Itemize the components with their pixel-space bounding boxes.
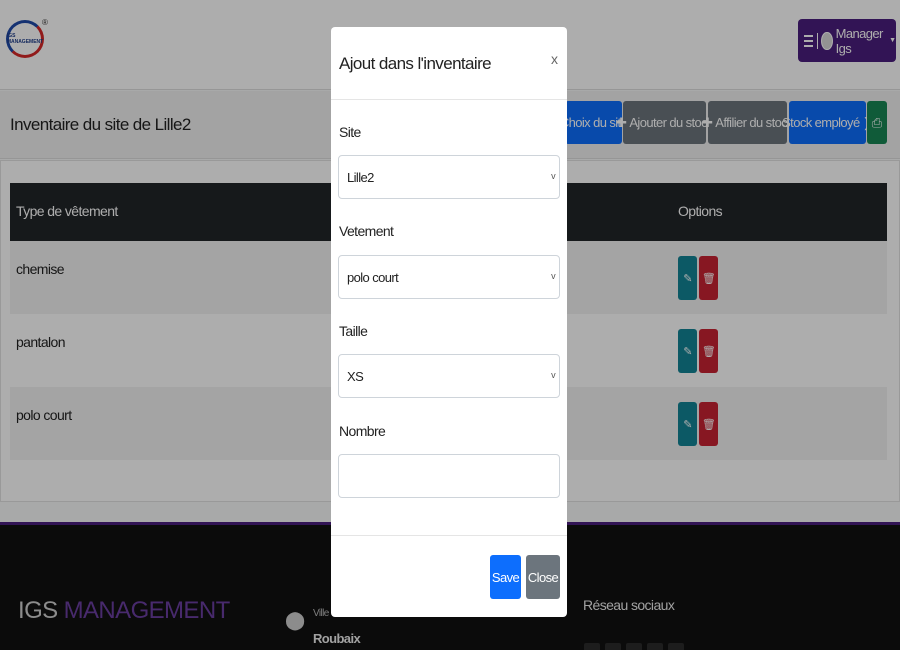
- site-label: Site: [339, 124, 361, 140]
- nombre-label: Nombre: [339, 423, 386, 439]
- nombre-input[interactable]: [338, 454, 560, 498]
- vetement-label: Vetement: [339, 223, 394, 239]
- divider: [331, 99, 567, 100]
- vetement-select[interactable]: polo court v: [338, 255, 560, 299]
- divider: [331, 535, 567, 536]
- save-button[interactable]: Save: [490, 555, 521, 599]
- chevron-down-icon: v: [551, 271, 555, 281]
- taille-label: Taille: [339, 323, 368, 339]
- chevron-down-icon: v: [551, 171, 555, 181]
- taille-select[interactable]: XS v: [338, 354, 560, 398]
- close-button[interactable]: Close: [526, 555, 560, 599]
- add-inventory-modal: Ajout dans l'inventaire x Site Lille2 v …: [331, 27, 567, 617]
- site-select[interactable]: Lille2 v: [338, 155, 560, 199]
- modal-title: Ajout dans l'inventaire: [339, 54, 492, 73]
- close-icon[interactable]: x: [551, 51, 558, 67]
- chevron-down-icon: v: [551, 370, 555, 380]
